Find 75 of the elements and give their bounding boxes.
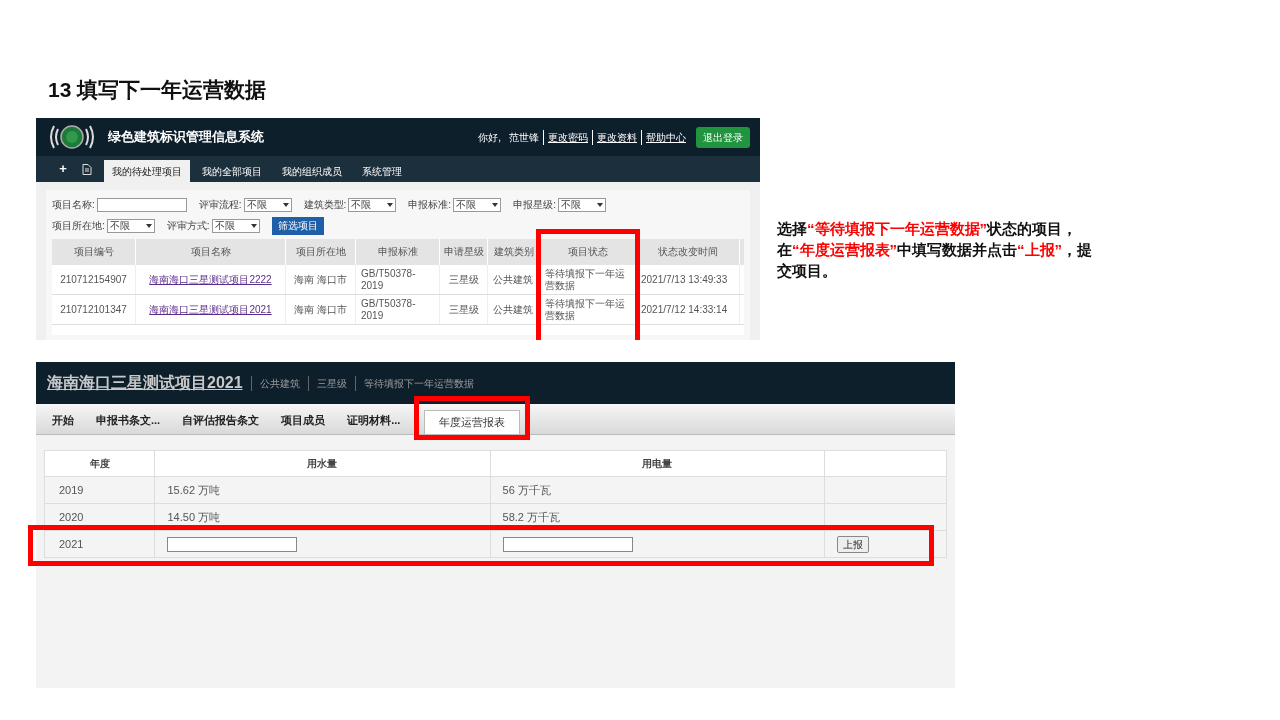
table-cell: 公共建筑	[493, 273, 533, 286]
column-header: 用电量	[490, 451, 825, 476]
header-link[interactable]: 更改密码	[543, 129, 588, 145]
caret-icon	[596, 202, 603, 207]
submit-button[interactable]: 上报	[836, 535, 869, 553]
nav-tab[interactable]: 我的待处理项目	[104, 160, 190, 182]
table-cell: 海南 海口市	[294, 273, 347, 286]
slide-title: 13 填写下一年运营数据	[48, 77, 267, 103]
project-tag: 三星级	[307, 375, 347, 391]
caret-icon	[145, 223, 152, 228]
table-cell-text: 15.62 万吨	[167, 482, 221, 498]
table-cell-text: 2020	[59, 509, 84, 525]
nav-tab[interactable]: 系统管理	[354, 160, 410, 182]
table-cell: 海南 海口市	[294, 303, 347, 316]
dropdown[interactable]: 不限	[243, 197, 292, 212]
table-cell-text: 56 万千瓦	[502, 482, 551, 498]
table-cell-text: 等待填报下一年运营数据	[545, 267, 626, 292]
table-cell: 210712154907	[60, 273, 127, 286]
table-cell-text: GB/T50378-2019	[361, 297, 417, 322]
dropdown[interactable]: 不限	[211, 218, 260, 233]
app-title: 绿色建筑标识管理信息系统	[108, 128, 264, 147]
table-cell: 三星级	[448, 273, 479, 286]
project-tag: 等待填报下一年运营数据	[354, 375, 474, 391]
table-cell-text: 2021	[59, 536, 84, 552]
user-name: 范世锋	[509, 130, 539, 145]
table-cell-text: 14.50 万吨	[167, 509, 221, 525]
tab[interactable]: 年度运营报表	[424, 410, 521, 434]
instruction-text: 选择“等待填报下一年运营数据”状态的项目，在“年度运营报表”中填写数据并点击“上报”，提交项目。	[777, 219, 1093, 281]
text-field[interactable]	[96, 197, 187, 212]
table-cell: 2021/7/13 13:49:33	[641, 273, 728, 286]
column-header: 用水量	[155, 451, 491, 476]
filter-button[interactable]: 筛选项目	[271, 216, 324, 235]
table-cell: 2021/7/12 14:33:14	[641, 303, 728, 316]
project-link[interactable]: 海南海口三星测试项目2222	[149, 273, 272, 286]
dropdown[interactable]: 不限	[557, 197, 606, 212]
project-title: 海南海口三星测试项目2021	[47, 373, 243, 393]
tab[interactable]: 证明材料...	[337, 406, 411, 434]
new-button[interactable]: +	[56, 159, 70, 179]
power-input-field[interactable]	[502, 536, 633, 552]
caret-icon	[492, 202, 499, 207]
filter-label: 申报标准:	[408, 198, 452, 212]
tab[interactable]: 申报书条文...	[86, 406, 171, 434]
nav-tab[interactable]: 我的全部项目	[194, 160, 270, 182]
document-icon[interactable]	[82, 163, 92, 175]
logout-button[interactable]: 退出登录	[696, 126, 750, 148]
caret-icon	[282, 202, 289, 207]
caret-icon	[250, 223, 257, 228]
caret-icon	[387, 202, 394, 207]
filter-label: 评审方式:	[166, 219, 210, 233]
header-link[interactable]: 更改资料	[592, 129, 637, 145]
table-cell: 三星级	[448, 303, 479, 316]
filter-label: 建筑类型:	[303, 198, 347, 212]
table-cell-text: 58.2 万千瓦	[502, 509, 560, 525]
tab[interactable]: 开始	[42, 406, 84, 434]
header-link[interactable]: 帮助中心	[641, 129, 686, 145]
table-cell-text: 2019	[59, 482, 84, 498]
greeting-text: 你好,	[478, 130, 501, 145]
tab[interactable]: 项目成员	[271, 406, 336, 434]
table-cell-text: GB/T50378-2019	[361, 267, 417, 292]
filter-label: 评审流程:	[198, 198, 242, 212]
filter-label: 申报星级:	[513, 198, 556, 212]
nav-tab[interactable]: 我的组织成员	[274, 160, 350, 182]
dropdown[interactable]: 不限	[453, 197, 502, 212]
table-cell: 210712101347	[60, 303, 127, 316]
project-tag: 公共建筑	[250, 375, 300, 391]
dropdown[interactable]: 不限	[106, 218, 155, 233]
table-cell-text: 等待填报下一年运营数据	[545, 297, 626, 322]
water-input-field[interactable]	[167, 536, 298, 552]
tab[interactable]: 自评估报告条文	[172, 406, 270, 434]
filter-label: 项目所在地:	[52, 219, 105, 233]
filter-label: 项目名称:	[52, 198, 95, 212]
table-cell: 公共建筑	[493, 303, 533, 316]
dropdown[interactable]: 不限	[348, 197, 397, 212]
project-link[interactable]: 海南海口三星测试项目2021	[149, 303, 272, 316]
column-header: 年度	[45, 451, 156, 476]
